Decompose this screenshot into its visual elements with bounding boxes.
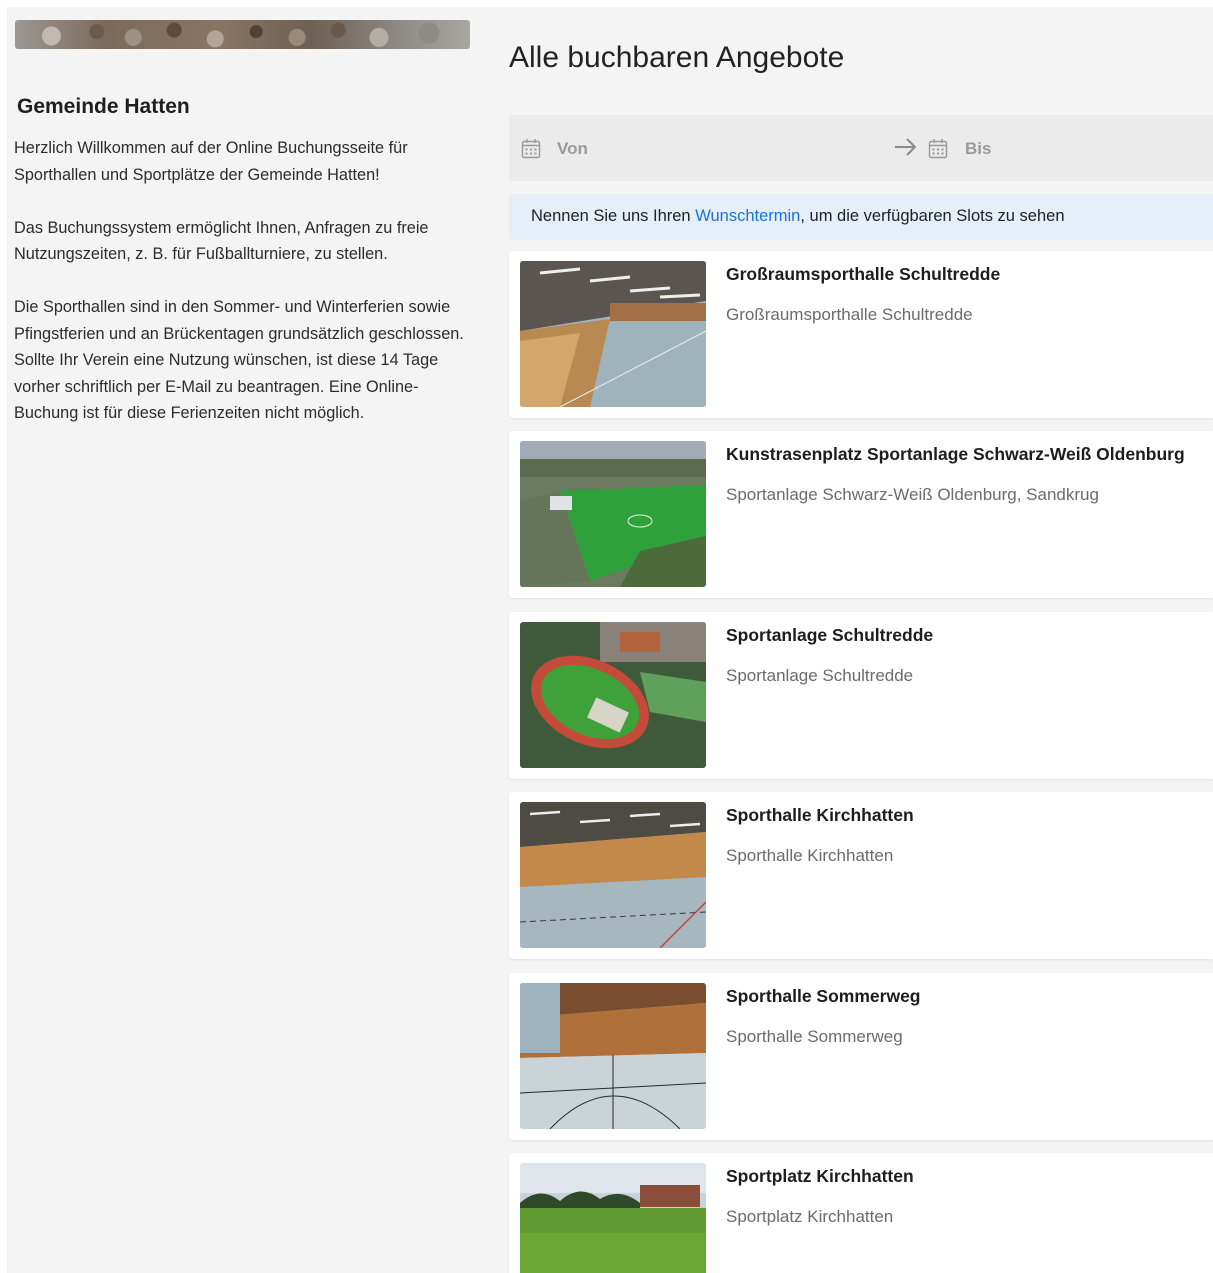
- offer-image-sporthalle-sommerweg: [520, 983, 706, 1129]
- offer-location: Großraumsporthalle Schultredde: [726, 305, 973, 324]
- offer-title[interactable]: Kunstrasenplatz Sportanlage Schwarz-Weiß…: [726, 444, 1185, 465]
- offer-card[interactable]: Sportanlage Schultredde Sportanlage Schu…: [509, 612, 1213, 779]
- page-title: Alle buchbaren Angebote: [509, 41, 845, 74]
- offer-card[interactable]: Sporthalle Kirchhatten Sporthalle Kirchh…: [509, 792, 1213, 959]
- offer-title[interactable]: Sportplatz Kirchhatten: [726, 1166, 914, 1187]
- offer-title[interactable]: Sporthalle Sommerweg: [726, 986, 921, 1007]
- arrow-right-icon: [895, 138, 917, 156]
- offer-title[interactable]: Sporthalle Kirchhatten: [726, 805, 914, 826]
- holiday-info-paragraph: Die Sporthallen sind in den Sommer- und …: [14, 298, 464, 422]
- info-text-suffix: , um die verfügbaren Slots zu sehen: [800, 207, 1065, 225]
- offer-card[interactable]: Großraumsporthalle Schultredde Großraums…: [509, 251, 1213, 418]
- page: Gemeinde Hatten Herzlich Willkommen auf …: [7, 7, 1213, 1273]
- offer-card[interactable]: Sportplatz Kirchhatten Sportplatz Kirchh…: [509, 1153, 1213, 1273]
- offer-location: Sportplatz Kirchhatten: [726, 1207, 894, 1226]
- offer-image-grossraumsporthalle: [520, 261, 706, 407]
- info-banner: Nennen Sie uns Ihren Wunschtermin, um di…: [509, 194, 1213, 240]
- offer-title[interactable]: Sportanlage Schultredde: [726, 625, 933, 646]
- offer-card[interactable]: Kunstrasenplatz Sportanlage Schwarz-Weiß…: [509, 431, 1213, 598]
- offer-title[interactable]: Großraumsporthalle Schultredde: [726, 264, 1000, 285]
- date-to-input[interactable]: Bis: [965, 139, 991, 159]
- sidebar-description: Herzlich Willkommen auf der Online Buchu…: [14, 135, 466, 453]
- booking-info-paragraph: Das Buchungssystem ermöglicht Ihnen, Anf…: [14, 218, 429, 264]
- offer-image-sportplatz-kirchhatten: [520, 1163, 706, 1273]
- offer-image-kunstrasenplatz: [520, 441, 706, 587]
- offer-location: Sportanlage Schwarz-Weiß Oldenburg, Sand…: [726, 485, 1099, 504]
- date-range-picker[interactable]: Von Bis: [509, 115, 1213, 181]
- offer-image-sporthalle-kirchhatten: [520, 802, 706, 948]
- offer-image-sportanlage-schultredde: [520, 622, 706, 768]
- offer-location: Sporthalle Sommerweg: [726, 1027, 903, 1046]
- wunschtermin-link[interactable]: Wunschtermin: [695, 207, 800, 225]
- header-banner-image: [15, 20, 470, 49]
- date-from-input[interactable]: Von: [557, 139, 588, 159]
- welcome-paragraph: Herzlich Willkommen auf der Online Buchu…: [14, 139, 408, 184]
- info-text-prefix: Nennen Sie uns Ihren: [531, 207, 696, 225]
- offer-card[interactable]: Sporthalle Sommerweg Sporthalle Sommerwe…: [509, 973, 1213, 1140]
- offer-location: Sportanlage Schultredde: [726, 666, 914, 685]
- sidebar-title: Gemeinde Hatten: [17, 95, 190, 118]
- calendar-icon: [928, 139, 948, 159]
- calendar-icon: [521, 139, 541, 159]
- offer-location: Sporthalle Kirchhatten: [726, 846, 894, 865]
